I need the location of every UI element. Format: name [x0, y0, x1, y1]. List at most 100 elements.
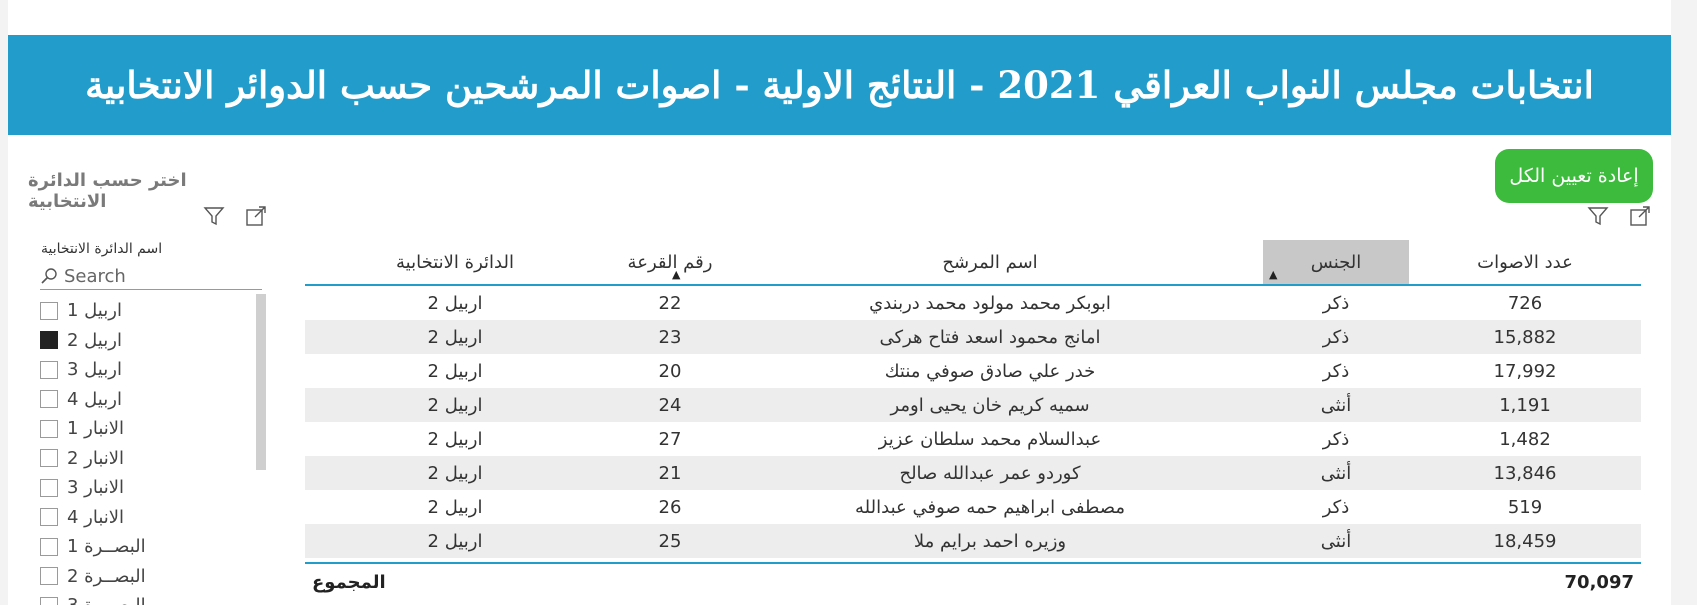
cell-district: اربيل 2: [427, 530, 483, 552]
slicer-item-label: الانبار 3: [67, 477, 125, 499]
slicer-header: اسم الدائرة الانتخابية: [41, 241, 163, 257]
column-header-label: الجنس: [1310, 251, 1362, 273]
slicer-item[interactable]: اربيل 1: [40, 296, 250, 326]
cell-district: اربيل 2: [427, 360, 483, 382]
cell-name: امانج محمود اسعد فتاح هركى: [879, 326, 1101, 348]
cell-name: كوردو عمر عبدالله صالح: [899, 462, 1081, 484]
cell-gender: أنثى: [1320, 462, 1352, 484]
slicer-item[interactable]: الانبار 4: [40, 503, 250, 533]
column-header-ballot[interactable]: رقم القرعة ▲: [575, 240, 765, 284]
cell-votes: 18,459: [1493, 530, 1557, 552]
slicer-item[interactable]: اربيل 2: [40, 326, 250, 356]
district-slicer: اسم الدائرة الانتخابية Search اربيل 1 ار…: [28, 234, 270, 605]
cell-district: اربيل 2: [427, 394, 483, 416]
slicer-item[interactable]: اربيل 4: [40, 385, 250, 415]
cell-ballot: 21: [658, 462, 682, 484]
sort-ascending-icon: ▲: [672, 268, 681, 281]
checkbox[interactable]: [40, 419, 58, 438]
cell-district: اربيل 2: [427, 292, 483, 314]
slicer-item[interactable]: البصــرة 1: [40, 532, 250, 562]
slicer-search-input[interactable]: Search: [40, 263, 262, 290]
search-icon: [41, 268, 57, 284]
cell-district: اربيل 2: [427, 462, 483, 484]
checkbox[interactable]: [40, 478, 58, 497]
slicer-scrollbar[interactable]: [256, 294, 266, 470]
cell-gender: ذكر: [1322, 292, 1350, 314]
slicer-item-label: البصــرة 2: [67, 565, 146, 587]
total-label: المجموع: [312, 572, 386, 593]
cell-name: عبدالسلام محمد سلطان عزيز: [878, 428, 1102, 450]
table-total-row: المجموع 70,097: [305, 562, 1641, 604]
sort-ascending-icon: ▲: [1269, 268, 1278, 281]
checkbox[interactable]: [40, 390, 58, 409]
table-row[interactable]: اربيل 2 21 كوردو عمر عبدالله صالح أنثى 1…: [305, 456, 1641, 490]
cell-ballot: 20: [658, 360, 682, 382]
cell-ballot: 24: [658, 394, 682, 416]
checkbox[interactable]: [40, 567, 58, 586]
cell-votes: 17,992: [1493, 360, 1557, 382]
slicer-title: اختر حسب الدائرة الانتخابية: [28, 170, 187, 212]
column-header-district[interactable]: الدائرة الانتخابية: [335, 240, 575, 284]
total-value: 70,097: [1564, 572, 1634, 593]
cell-name: سميه كريم خان يحيى اومر: [890, 394, 1090, 416]
cell-votes: 1,191: [1499, 394, 1551, 416]
slicer-item-label: الانبار 4: [67, 506, 125, 528]
slicer-item[interactable]: الانبار 2: [40, 444, 250, 474]
cell-name: خدر علي صادق صوفي منتك: [884, 360, 1096, 382]
cell-gender: ذكر: [1322, 496, 1350, 518]
column-header-name[interactable]: اسم المرشح: [765, 240, 1215, 284]
cell-ballot: 22: [658, 292, 682, 314]
right-margin: [1671, 0, 1697, 605]
table-focus-mode-icon[interactable]: [1627, 203, 1653, 229]
column-header-gender[interactable]: الجنس ▲: [1263, 240, 1409, 284]
cell-gender: ذكر: [1322, 428, 1350, 450]
cell-votes: 519: [1507, 496, 1543, 518]
checkbox[interactable]: [40, 508, 58, 527]
slicer-item-label: الانبار 1: [67, 418, 125, 440]
checkbox[interactable]: [40, 360, 58, 379]
cell-district: اربيل 2: [427, 326, 483, 348]
checkbox-checked[interactable]: [40, 331, 58, 350]
slicer-item-label: البصــرة 1: [67, 536, 146, 558]
table-row[interactable]: اربيل 2 26 مصطفى ابراهيم حمه صوفي عبدالل…: [305, 490, 1641, 524]
cell-ballot: 26: [658, 496, 682, 518]
reset-all-button[interactable]: إعادة تعيين الكل: [1495, 149, 1653, 203]
table-row[interactable]: اربيل 2 20 خدر علي صادق صوفي منتك ذكر 17…: [305, 354, 1641, 388]
slicer-item-label: اربيل 1: [67, 300, 122, 322]
cell-district: اربيل 2: [427, 496, 483, 518]
checkbox[interactable]: [40, 596, 58, 605]
search-placeholder: Search: [64, 265, 126, 287]
table-header: الدائرة الانتخابية رقم القرعة ▲ اسم المر…: [305, 240, 1641, 286]
table-row[interactable]: اربيل 2 24 سميه كريم خان يحيى اومر أنثى …: [305, 388, 1641, 422]
table-filter-icon[interactable]: [1585, 203, 1611, 229]
table-row[interactable]: اربيل 2 22 ابوبكر محمد مولود محمد دربندي…: [305, 286, 1641, 320]
slicer-item[interactable]: اربيل 3: [40, 355, 250, 385]
checkbox[interactable]: [40, 537, 58, 556]
checkbox[interactable]: [40, 449, 58, 468]
cell-gender: ذكر: [1322, 326, 1350, 348]
slicer-item[interactable]: الانبار 3: [40, 473, 250, 503]
slicer-item[interactable]: البصــرة 2: [40, 562, 250, 592]
column-header-label: رقم القرعة: [627, 251, 713, 273]
cell-votes: 1,482: [1499, 428, 1551, 450]
cell-votes: 13,846: [1493, 462, 1557, 484]
slicer-item-label: البصــرة 3: [67, 595, 146, 605]
slicer-item-label: اربيل 4: [67, 388, 122, 410]
checkbox[interactable]: [40, 301, 58, 320]
table-row[interactable]: اربيل 2 25 وزيره احمد برايم ملا أنثى 18,…: [305, 524, 1641, 558]
table-row[interactable]: اربيل 2 23 امانج محمود اسعد فتاح هركى ذك…: [305, 320, 1641, 354]
cell-name: ابوبكر محمد مولود محمد دربندي: [869, 292, 1111, 314]
slicer-list: اربيل 1 اربيل 2 اربيل 3 اربيل 4 الانبار …: [40, 296, 250, 605]
slicer-item[interactable]: البصــرة 3: [40, 591, 250, 605]
cell-name: مصطفى ابراهيم حمه صوفي عبدالله: [855, 496, 1125, 518]
cell-gender: أنثى: [1320, 394, 1352, 416]
cell-name: وزيره احمد برايم ملا: [913, 530, 1067, 552]
slicer-item-label: اربيل 3: [67, 359, 122, 381]
cell-votes: 726: [1507, 292, 1543, 314]
table-row[interactable]: اربيل 2 27 عبدالسلام محمد سلطان عزيز ذكر…: [305, 422, 1641, 456]
column-header-votes[interactable]: عدد الاصوات: [1409, 240, 1641, 284]
cell-gender: ذكر: [1322, 360, 1350, 382]
cell-district: اربيل 2: [427, 428, 483, 450]
slicer-item-label: اربيل 2: [67, 329, 122, 351]
slicer-item[interactable]: الانبار 1: [40, 414, 250, 444]
